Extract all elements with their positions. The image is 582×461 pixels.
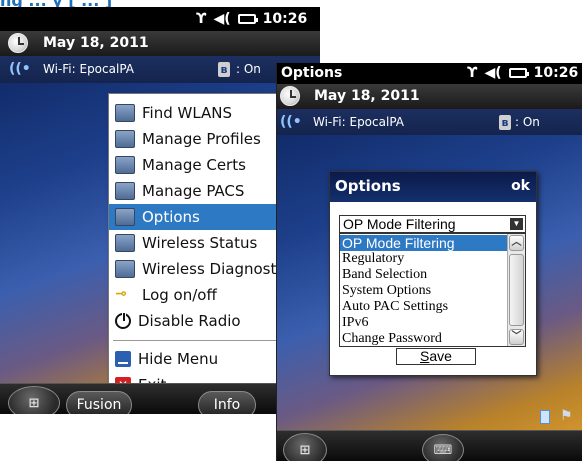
save-label-underlined: S bbox=[420, 348, 430, 364]
options-icon bbox=[115, 208, 135, 226]
menu-item-label: Manage Certs bbox=[142, 156, 246, 174]
manage-profiles-icon bbox=[115, 130, 135, 148]
battery-icon[interactable] bbox=[508, 68, 529, 78]
menu-item-label: Disable Radio bbox=[138, 312, 241, 330]
manage-certs-icon bbox=[115, 156, 135, 174]
today-date: May 18, 2011 bbox=[43, 35, 149, 51]
options-dialog: Options ok OP Mode Filtering ▼ OP Mode F… bbox=[329, 171, 537, 376]
signal-icon[interactable]: ϒ bbox=[196, 11, 206, 27]
window-title: Options bbox=[281, 65, 343, 81]
system-tray: ⚑ bbox=[277, 406, 582, 430]
speaker-icon[interactable]: ◀( bbox=[213, 11, 230, 27]
key-icon: ⊸ bbox=[115, 286, 127, 302]
option-band-selection[interactable]: Band Selection bbox=[340, 267, 507, 283]
title-bar: Options ϒ ◀( 10:26 bbox=[277, 63, 582, 84]
wifi-icon: ((• bbox=[9, 61, 31, 77]
ok-button[interactable]: ok bbox=[511, 178, 530, 194]
fusion-softkey[interactable]: Fusion bbox=[66, 391, 132, 414]
clock-icon bbox=[8, 33, 28, 53]
find-wlans-icon bbox=[115, 104, 135, 122]
option-regulatory[interactable]: Regulatory bbox=[340, 251, 507, 267]
menu-item-label: Log on/off bbox=[142, 286, 217, 304]
speaker-icon[interactable]: ◀( bbox=[484, 65, 501, 81]
clock-icon bbox=[280, 86, 300, 106]
dropdown-value: OP Mode Filtering bbox=[343, 216, 456, 232]
menu-item-label: Manage Profiles bbox=[142, 130, 261, 148]
save-button[interactable]: Save bbox=[396, 348, 476, 365]
power-icon bbox=[115, 312, 131, 329]
dialog-header: Options ok bbox=[330, 172, 536, 202]
today-date-row[interactable]: May 18, 2011 bbox=[277, 84, 582, 109]
start-button[interactable]: ⊞ bbox=[8, 386, 60, 414]
left-device-screen: ϒ ◀( 10:26 May 18, 2011 ((• Wi-Fi: Epoca… bbox=[0, 7, 320, 414]
dropdown-scrollbar[interactable]: ︿ ﹀ bbox=[507, 234, 525, 346]
windows-logo-icon: ⊞ bbox=[28, 395, 40, 411]
today-wifi-row[interactable]: ((• Wi-Fi: EpocalPA ʙ : On bbox=[277, 109, 582, 135]
bluetooth-status: : On bbox=[515, 115, 540, 129]
option-op-mode-filtering[interactable]: OP Mode Filtering bbox=[340, 235, 507, 251]
windows-logo-icon: ⊞ bbox=[299, 442, 311, 458]
wifi-icon: ((• bbox=[280, 114, 302, 130]
option-auto-pac-settings[interactable]: Auto PAC Settings bbox=[340, 299, 507, 315]
status-icons: ϒ ◀( 10:26 bbox=[467, 65, 578, 81]
manage-pacs-icon bbox=[115, 182, 135, 200]
wireless-diagnostics-icon bbox=[115, 260, 135, 278]
save-label-rest: ave bbox=[429, 348, 452, 364]
hide-menu-icon bbox=[115, 351, 131, 367]
status-icons: ϒ ◀( 10:26 bbox=[196, 11, 307, 27]
keyboard-icon: ⌨ bbox=[433, 442, 453, 458]
battery-icon[interactable] bbox=[237, 14, 258, 24]
start-button[interactable]: ⊞ bbox=[283, 433, 327, 461]
bluetooth-icon: ʙ bbox=[218, 62, 230, 77]
today-wifi-row[interactable]: ((• Wi-Fi: EpocalPA ʙ : On bbox=[0, 56, 320, 83]
dialog-title: Options bbox=[335, 177, 401, 195]
wifi-network: Wi-Fi: EpocalPA bbox=[43, 62, 134, 76]
bluetooth-icon: ʙ bbox=[499, 115, 511, 130]
scroll-down-icon[interactable]: ﹀ bbox=[509, 329, 524, 345]
scroll-thumb[interactable] bbox=[509, 254, 524, 326]
wifi-network: Wi-Fi: EpocalPA bbox=[313, 115, 404, 129]
menu-item-label: Manage PACS bbox=[142, 182, 245, 200]
network-icon[interactable]: ⚑ bbox=[560, 408, 578, 426]
right-device-screen: Options ϒ ◀( 10:26 May 18, 2011 ((• Wi-F… bbox=[276, 63, 582, 461]
info-softkey[interactable]: Info bbox=[198, 391, 256, 414]
wireless-status-icon bbox=[115, 234, 135, 252]
today-date: May 18, 2011 bbox=[314, 88, 420, 104]
clock-time[interactable]: 10:26 bbox=[534, 65, 579, 81]
clock-time[interactable]: 10:26 bbox=[263, 11, 308, 27]
dropdown-list: OP Mode Filtering Regulatory Band Select… bbox=[339, 233, 526, 347]
menu-item-label: Options bbox=[142, 208, 200, 226]
menu-item-label: Wireless Diagnostics bbox=[142, 260, 297, 278]
status-bar: ϒ ◀( 10:26 bbox=[0, 7, 320, 31]
phone-icon[interactable] bbox=[540, 410, 550, 424]
menu-item-label: Wireless Status bbox=[142, 234, 258, 252]
option-system-options[interactable]: System Options bbox=[340, 283, 507, 299]
options-dropdown[interactable]: OP Mode Filtering ▼ bbox=[339, 215, 526, 233]
keyboard-button[interactable]: ⌨ bbox=[422, 434, 464, 461]
today-date-row[interactable]: May 18, 2011 bbox=[0, 31, 320, 56]
chevron-down-icon[interactable]: ▼ bbox=[510, 218, 523, 230]
menu-item-label: Hide Menu bbox=[138, 350, 219, 368]
bluetooth-status: : On bbox=[236, 62, 261, 76]
option-change-password[interactable]: Change Password bbox=[340, 331, 507, 346]
scroll-up-icon[interactable]: ︿ bbox=[509, 235, 524, 251]
option-ipv6[interactable]: IPv6 bbox=[340, 315, 507, 331]
signal-icon[interactable]: ϒ bbox=[467, 65, 477, 81]
menu-item-label: Find WLANS bbox=[142, 104, 233, 122]
